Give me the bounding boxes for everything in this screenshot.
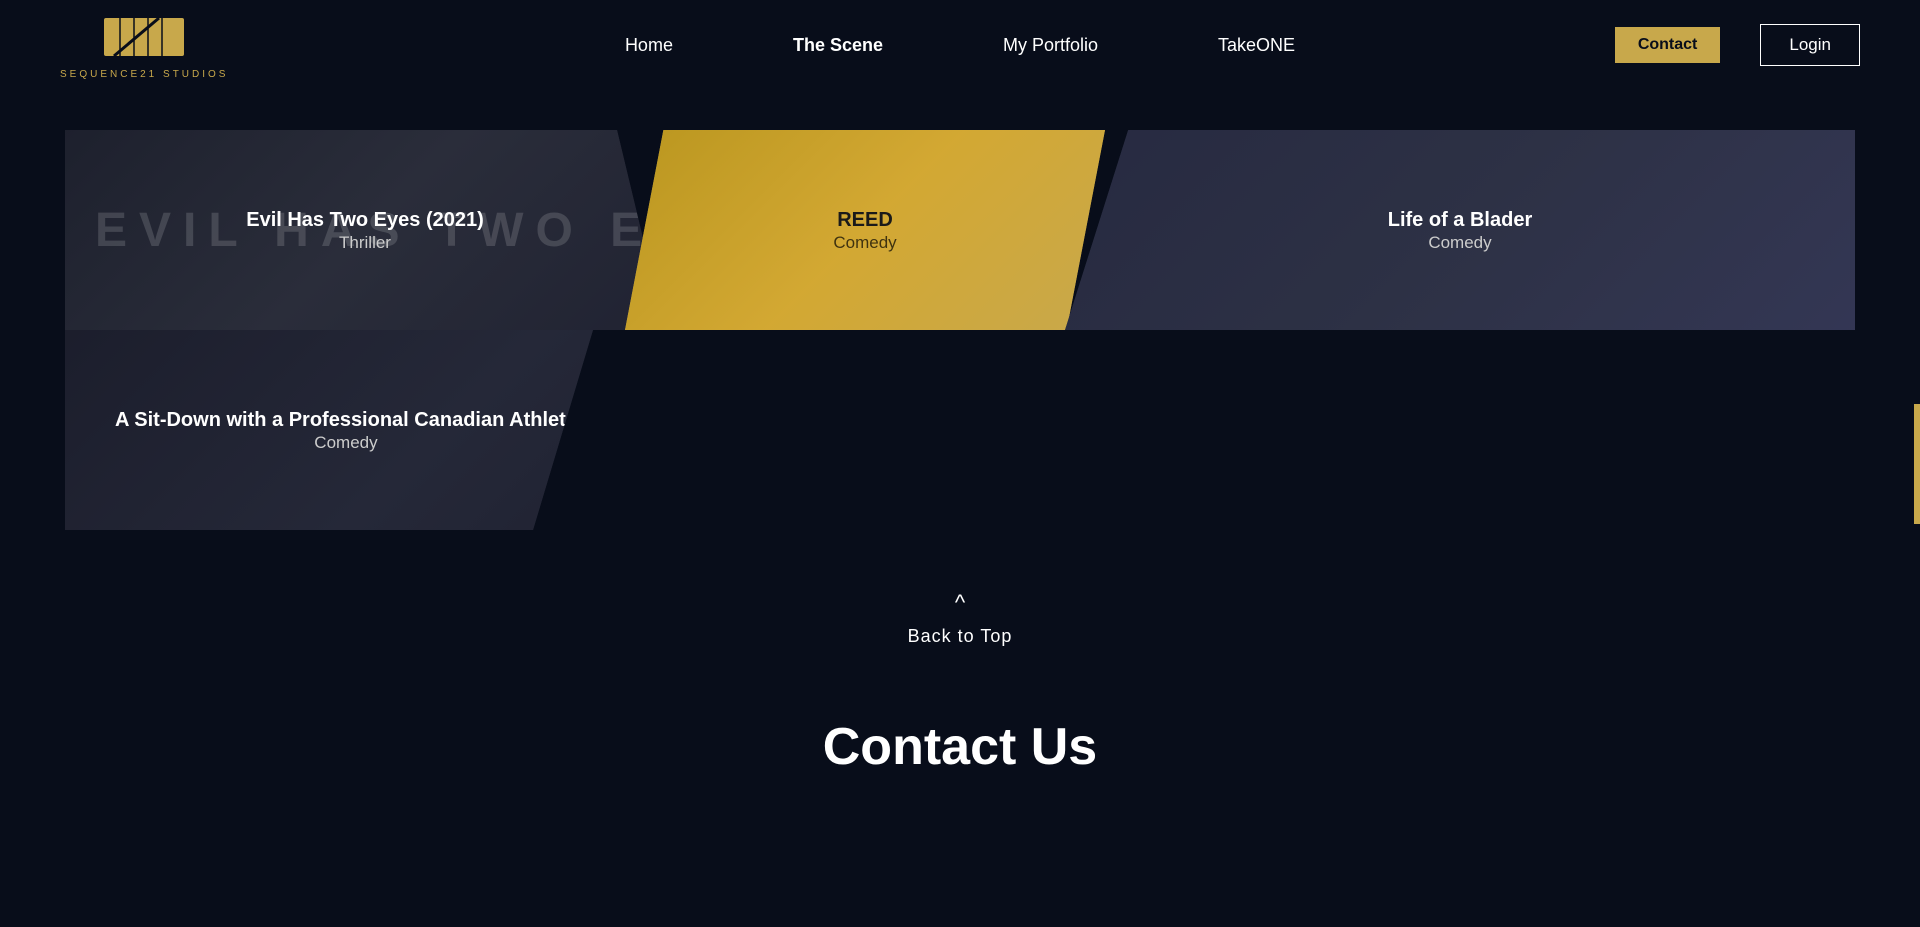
cards-row-2: A Sit-Down with a Professional Canadian … bbox=[65, 330, 1855, 530]
film-card-blader[interactable]: Life of a Blader Comedy bbox=[1065, 130, 1855, 330]
card-2-genre: Comedy bbox=[833, 233, 896, 253]
logo-area[interactable]: SEQUENCE21 STUDIOS bbox=[60, 10, 228, 80]
cards-row-1: EVIL HAS TWO EYES Evil Has Two Eyes (202… bbox=[65, 130, 1855, 330]
contact-title: Contact Us bbox=[0, 717, 1920, 777]
back-to-top-icon: ^ bbox=[955, 590, 965, 616]
card-3-genre: Comedy bbox=[1388, 233, 1532, 253]
nav-takeone[interactable]: TakeONE bbox=[1218, 35, 1295, 56]
card-4-content: A Sit-Down with a Professional Canadian … bbox=[115, 407, 577, 453]
card-2-content: REED Comedy bbox=[833, 207, 896, 253]
card-1-content: Evil Has Two Eyes (2021) Thriller bbox=[246, 207, 484, 253]
main-content: EVIL HAS TWO EYES Evil Has Two Eyes (202… bbox=[0, 90, 1920, 777]
film-card-athlete[interactable]: A Sit-Down with a Professional Canadian … bbox=[65, 330, 665, 530]
back-to-top[interactable]: ^ Back to Top bbox=[0, 530, 1920, 687]
card-1-genre: Thriller bbox=[246, 233, 484, 253]
card-4-title: A Sit-Down with a Professional Canadian … bbox=[115, 407, 577, 433]
card-1-title: Evil Has Two Eyes (2021) bbox=[246, 207, 484, 233]
nav-the-scene[interactable]: The Scene bbox=[793, 35, 883, 56]
card-2-title: REED bbox=[833, 207, 896, 233]
film-card-evil-eyes[interactable]: EVIL HAS TWO EYES Evil Has Two Eyes (202… bbox=[65, 130, 665, 330]
header-right: Contact Login bbox=[1615, 24, 1860, 66]
contact-section: Contact Us bbox=[0, 687, 1920, 777]
login-button[interactable]: Login bbox=[1760, 24, 1860, 66]
nav-my-portfolio[interactable]: My Portfolio bbox=[1003, 35, 1098, 56]
film-card-reed[interactable]: REED Comedy bbox=[625, 130, 1105, 330]
back-to-top-label: Back to Top bbox=[908, 626, 1013, 647]
site-header: SEQUENCE21 STUDIOS Home The Scene My Por… bbox=[0, 0, 1920, 90]
logo-icon bbox=[104, 10, 184, 65]
nav-home[interactable]: Home bbox=[625, 35, 673, 56]
logo-text: SEQUENCE21 STUDIOS bbox=[60, 69, 228, 80]
card-3-title: Life of a Blader bbox=[1388, 207, 1532, 233]
card-3-content: Life of a Blader Comedy bbox=[1388, 207, 1532, 253]
contact-button[interactable]: Contact bbox=[1615, 27, 1721, 63]
card-4-genre: Comedy bbox=[115, 433, 577, 453]
right-accent-bar bbox=[1914, 404, 1920, 524]
main-nav: Home The Scene My Portfolio TakeONE bbox=[625, 35, 1295, 56]
